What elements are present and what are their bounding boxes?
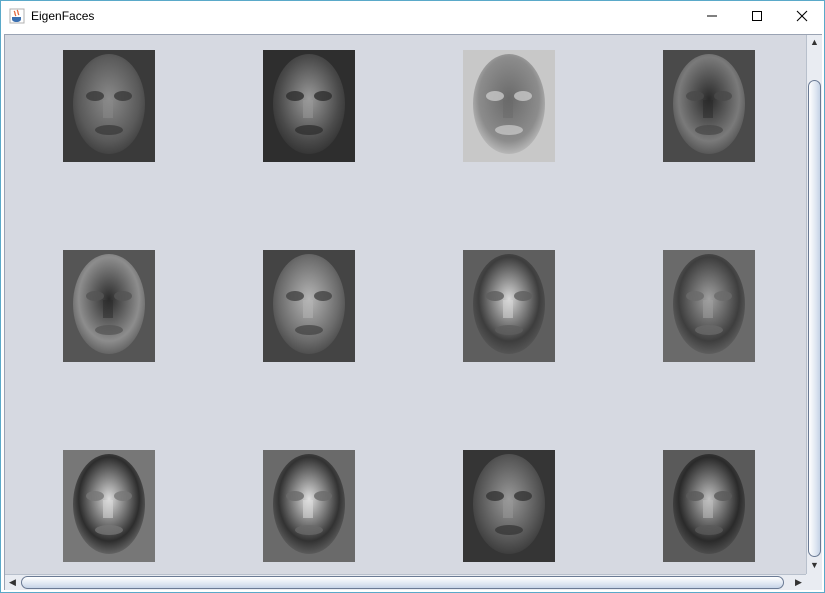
vertical-scroll-thumb[interactable] (808, 80, 821, 557)
app-window: EigenFaces ▲ ▼ ◀ ▶ (0, 0, 825, 593)
eigenface-image (63, 250, 155, 362)
java-coffee-cup-icon (9, 8, 25, 24)
arrow-right-icon[interactable]: ▶ (791, 575, 806, 590)
eigenface-image (263, 50, 355, 162)
arrow-left-icon[interactable]: ◀ (5, 575, 20, 590)
horizontal-scroll-thumb[interactable] (21, 576, 784, 589)
vertical-scrollbar[interactable]: ▲ ▼ (806, 35, 822, 574)
eigenface-image (663, 450, 755, 562)
scroll-corner (806, 574, 822, 590)
eigenface-image (463, 50, 555, 162)
eigenface-image (463, 250, 555, 362)
eigenface-image (263, 450, 355, 562)
eigenface-image (63, 450, 155, 562)
arrow-down-icon[interactable]: ▼ (807, 558, 822, 573)
eigenface-image (663, 250, 755, 362)
window-title: EigenFaces (31, 9, 95, 23)
maximize-button[interactable] (734, 1, 780, 31)
arrow-up-icon[interactable]: ▲ (807, 35, 822, 50)
close-button[interactable] (779, 1, 825, 31)
horizontal-scrollbar[interactable]: ◀ ▶ (5, 574, 806, 590)
maximize-icon (752, 11, 762, 21)
eigenface-image (663, 50, 755, 162)
eigenfaces-panel (4, 34, 822, 590)
title-bar[interactable]: EigenFaces (1, 1, 824, 31)
eigenface-image (463, 450, 555, 562)
minimize-icon (707, 15, 717, 17)
minimize-button[interactable] (689, 1, 735, 31)
eigenface-image (263, 250, 355, 362)
close-icon (796, 10, 808, 22)
eigenface-image (63, 50, 155, 162)
